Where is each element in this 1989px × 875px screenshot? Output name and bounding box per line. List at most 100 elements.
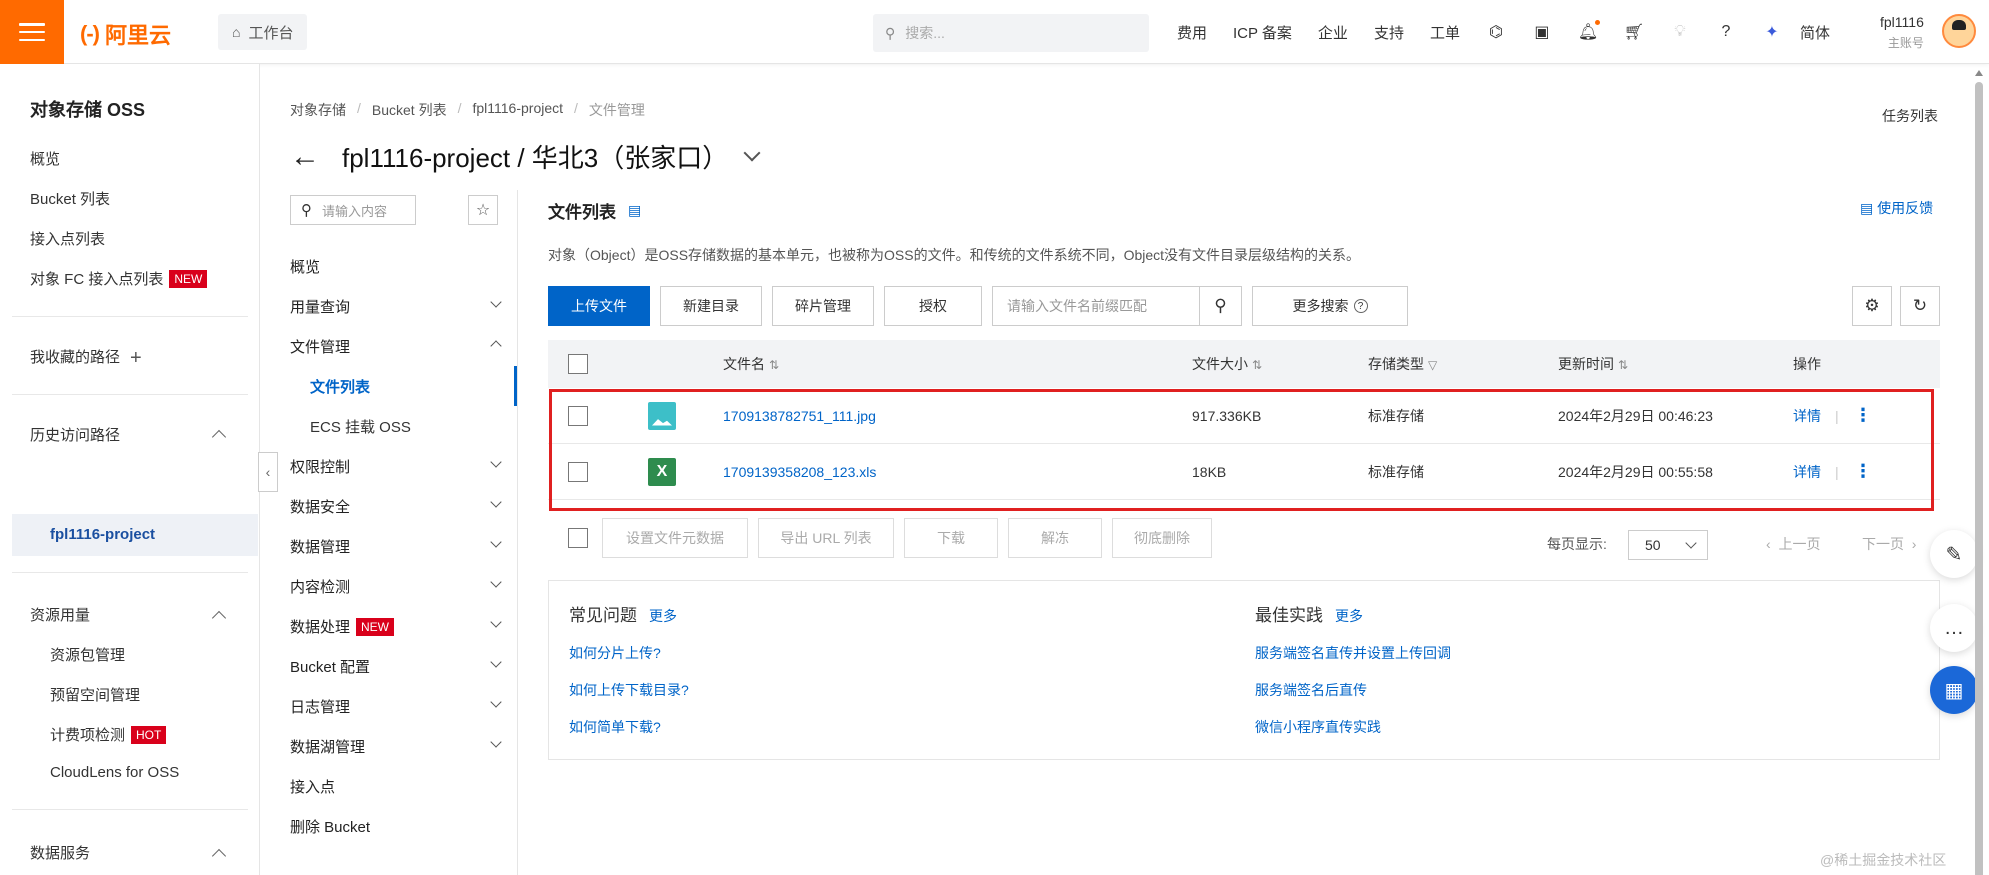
nav-support[interactable]: 支持 — [1374, 22, 1404, 43]
global-search-input[interactable]: ⚲ 搜索... — [873, 14, 1149, 52]
back-arrow-icon[interactable]: ← — [290, 141, 320, 172]
bucket-nav-data-lake[interactable]: 数据湖管理 — [290, 736, 365, 757]
col-storage-type[interactable]: 存储类型 ▽ — [1368, 354, 1437, 374]
chevron-down-icon[interactable] — [490, 576, 502, 588]
upload-button[interactable]: 上传文件 — [548, 286, 650, 326]
breadcrumb-oss[interactable]: 对象存储 — [290, 100, 346, 120]
scroll-thumb[interactable] — [1975, 82, 1983, 875]
best-practice-link[interactable]: 服务端签名直传并设置上传回调 — [1255, 643, 1451, 663]
search-icon[interactable]: ⚲ — [1200, 286, 1242, 326]
feedback-link[interactable]: ▤ 使用反馈 — [1860, 198, 1933, 218]
sort-icon[interactable]: ⇅ — [1618, 358, 1628, 372]
code-icon[interactable]: ⌬ — [1486, 22, 1506, 42]
language-switch[interactable]: 简体 — [1800, 22, 1830, 43]
fragment-management-button[interactable]: 碎片管理 — [772, 286, 874, 326]
document-icon[interactable]: ▤ — [628, 202, 641, 219]
bucket-nav-logs[interactable]: 日志管理 — [290, 696, 350, 717]
filter-icon[interactable]: ▽ — [1428, 358, 1437, 372]
chevron-up-icon[interactable] — [211, 610, 227, 626]
sidebar-item-cloudlens[interactable]: CloudLens for OSS — [50, 764, 179, 781]
authorize-button[interactable]: 授权 — [884, 286, 982, 326]
ai-assistant-icon[interactable]: ✦ — [1762, 22, 1782, 42]
sidebar-item-fc-access-points[interactable]: 对象 FC 接入点列表 NEW — [30, 268, 208, 289]
sidebar-item-resource-pack[interactable]: 资源包管理 — [50, 644, 125, 665]
bell-icon[interactable]: 🔔︎ — [1578, 20, 1600, 42]
col-filename[interactable]: 文件名 ⇅ — [723, 354, 779, 374]
chat-icon[interactable]: … — [1930, 604, 1978, 652]
chevron-down-icon[interactable] — [490, 296, 502, 308]
bucket-nav-usage[interactable]: 用量查询 — [290, 296, 350, 317]
chevron-down-icon[interactable] — [490, 616, 502, 628]
lightbulb-icon[interactable]: 💡︎ — [1670, 22, 1690, 42]
help-icon[interactable]: ? — [1716, 22, 1736, 42]
scroll-up-icon[interactable] — [1975, 70, 1983, 76]
nav-ticket[interactable]: 工单 — [1430, 22, 1460, 43]
bucket-nav-data-security[interactable]: 数据安全 — [290, 496, 350, 517]
sidebar-item-reserved-space[interactable]: 预留空间管理 — [50, 684, 140, 705]
sort-icon[interactable]: ⇅ — [769, 358, 779, 372]
cart-icon[interactable]: 🛒︎ — [1624, 22, 1644, 42]
chevron-down-icon[interactable] — [490, 656, 502, 668]
settings-gear-icon[interactable]: ⚙ — [1852, 286, 1892, 326]
edit-icon[interactable]: ✎ — [1930, 530, 1978, 578]
sidebar-item-billing-check[interactable]: 计费项检测 HOT — [50, 724, 167, 745]
best-practice-more-link[interactable]: 更多 — [1335, 608, 1363, 624]
menu-icon[interactable] — [0, 0, 64, 64]
col-size[interactable]: 文件大小 ⇅ — [1192, 354, 1262, 374]
avatar[interactable] — [1942, 14, 1976, 48]
sort-icon[interactable]: ⇅ — [1252, 358, 1262, 372]
nav-enterprise[interactable]: 企业 — [1318, 22, 1348, 43]
next-page-button[interactable]: 下一页 › — [1862, 534, 1916, 554]
faq-link[interactable]: 如何简单下载? — [569, 717, 689, 737]
nav-search-input[interactable]: ⚲ 请输入内容 — [290, 195, 416, 225]
chevron-up-icon[interactable] — [490, 340, 502, 352]
workbench-button[interactable]: ⌂ 工作台 — [218, 14, 308, 50]
nav-icp[interactable]: ICP 备案 — [1233, 22, 1292, 43]
apps-grid-icon[interactable]: ▦ — [1930, 666, 1978, 714]
terminal-icon[interactable]: ▣ — [1532, 22, 1552, 42]
sidebar-item-bucket-list[interactable]: Bucket 列表 — [30, 188, 110, 209]
faq-more-link[interactable]: 更多 — [649, 608, 677, 624]
chevron-down-icon[interactable] — [490, 536, 502, 548]
per-page-select[interactable]: 50 — [1628, 530, 1708, 560]
sidebar-item-overview[interactable]: 概览 — [30, 148, 60, 169]
bucket-nav-access-control[interactable]: 权限控制 — [290, 456, 350, 477]
chevron-down-icon[interactable] — [743, 144, 761, 161]
star-icon[interactable]: ☆ — [468, 195, 498, 225]
bucket-nav-ecs-mount[interactable]: ECS 挂载 OSS — [310, 416, 411, 437]
bucket-nav-file-list[interactable]: 文件列表 — [310, 376, 370, 397]
chevron-down-icon[interactable] — [490, 456, 502, 468]
set-metadata-button[interactable]: 设置文件元数据 — [602, 518, 748, 558]
export-url-button[interactable]: 导出 URL 列表 — [758, 518, 894, 558]
task-list-link[interactable]: 任务列表 — [1882, 106, 1938, 126]
collapse-sidebar-button[interactable]: ‹ — [258, 452, 278, 492]
permanent-delete-button[interactable]: 彻底删除 — [1112, 518, 1212, 558]
more-search-button[interactable]: 更多搜索? — [1252, 286, 1408, 326]
prev-page-button[interactable]: ‹ 上一页 — [1766, 534, 1820, 554]
breadcrumb-bucket[interactable]: fpl1116-project — [472, 100, 563, 120]
sidebar-item-access-points[interactable]: 接入点列表 — [30, 228, 105, 249]
bucket-nav-bucket-config[interactable]: Bucket 配置 — [290, 656, 370, 677]
refresh-icon[interactable]: ↻ — [1900, 286, 1940, 326]
best-practice-link[interactable]: 服务端签名后直传 — [1255, 680, 1451, 700]
sidebar-item-history-project[interactable]: fpl1116-project — [12, 514, 258, 556]
faq-link[interactable]: 如何上传下载目录? — [569, 680, 689, 700]
file-search-input[interactable]: 请输入文件名前缀匹配 — [992, 286, 1200, 326]
bucket-nav-overview[interactable]: 概览 — [290, 256, 320, 277]
sidebar-item-data-service[interactable]: 数据服务 — [30, 842, 90, 863]
sidebar-item-favorites[interactable]: 我收藏的路径 + — [30, 346, 142, 370]
bucket-nav-data-management[interactable]: 数据管理 — [290, 536, 350, 557]
chevron-down-icon[interactable] — [490, 696, 502, 708]
bucket-nav-delete-bucket[interactable]: 删除 Bucket — [290, 816, 370, 837]
chevron-up-icon[interactable] — [211, 848, 227, 864]
bucket-nav-file-management[interactable]: 文件管理 — [290, 336, 350, 357]
unfreeze-button[interactable]: 解冻 — [1008, 518, 1102, 558]
download-button[interactable]: 下载 — [904, 518, 998, 558]
aliyun-logo[interactable]: (-) 阿里云 — [80, 18, 171, 50]
bucket-nav-data-processing[interactable]: 数据处理 NEW — [290, 616, 395, 637]
chevron-up-icon[interactable] — [211, 429, 227, 445]
scrollbar[interactable] — [1972, 70, 1986, 875]
plus-icon[interactable]: + — [130, 347, 142, 369]
breadcrumb-bucket-list[interactable]: Bucket 列表 — [372, 100, 447, 120]
select-all-checkbox[interactable] — [568, 354, 588, 374]
